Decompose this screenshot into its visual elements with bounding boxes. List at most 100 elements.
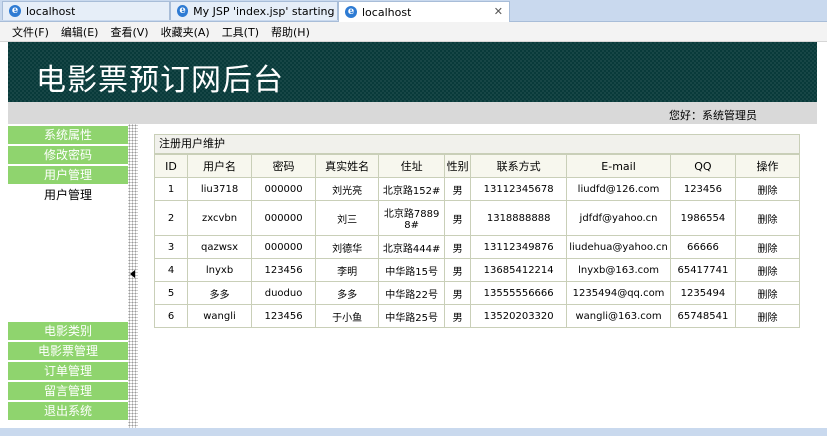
tab-localhost-active[interactable]: e localhost ✕ [338, 1, 510, 22]
sidebar-item-system-properties[interactable]: 系统属性 [8, 126, 128, 146]
cell-qq: 1235494 [669, 281, 736, 305]
tab-label: localhost [26, 4, 76, 18]
cell-id: 2 [153, 200, 189, 236]
col-qq: QQ [669, 154, 736, 178]
cell-password: 000000 [251, 177, 317, 201]
delete-link[interactable]: 删除 [734, 304, 801, 328]
cell-gender: 男 [444, 304, 472, 328]
cell-email: liudehua@yahoo.cn [566, 235, 671, 259]
cell-address: 中华路25号 [378, 304, 446, 328]
menu-bar: 文件(F) 编辑(E) 查看(V) 收藏夹(A) 工具(T) 帮助(H) [0, 22, 827, 42]
sidebar-item-order-management[interactable]: 订单管理 [8, 362, 128, 382]
cell-email: liudfd@126.com [566, 177, 671, 201]
cell-qq: 1986554 [669, 200, 736, 236]
cell-realname: 李明 [315, 258, 380, 282]
cell-email: jdfdf@yahoo.cn [566, 200, 671, 236]
table-header-row: ID 用户名 密码 真实姓名 住址 性别 联系方式 E-mail QQ 操作 [153, 154, 801, 178]
frame-splitter[interactable] [128, 124, 138, 428]
cell-phone: 13685412214 [470, 258, 568, 282]
cell-id: 5 [153, 281, 189, 305]
cell-address: 北京路444# [378, 235, 446, 259]
cell-phone: 13112345678 [470, 177, 568, 201]
cell-gender: 男 [444, 177, 472, 201]
cell-realname: 于小鱼 [315, 304, 380, 328]
cell-gender: 男 [444, 281, 472, 305]
close-icon[interactable]: ✕ [494, 5, 503, 18]
menu-favorites[interactable]: 收藏夹(A) [161, 24, 210, 40]
ie-icon: e [9, 5, 21, 17]
site-header: 电影票预订网后台 [8, 42, 817, 102]
main-content: 注册用户维护 ID 用户名 密码 真实姓名 住址 性别 联系方式 E-mail … [153, 134, 801, 328]
sidebar-item-ticket-management[interactable]: 电影票管理 [8, 342, 128, 362]
delete-link[interactable]: 删除 [734, 235, 801, 259]
cell-gender: 男 [444, 258, 472, 282]
sidebar-subitem-user-management[interactable]: 用户管理 [8, 186, 128, 204]
delete-link[interactable]: 删除 [734, 258, 801, 282]
greeting-text: 您好：系统管理员 [669, 109, 757, 122]
cell-password: 123456 [251, 258, 317, 282]
cell-phone: 1318888888 [470, 200, 568, 236]
cell-qq: 123456 [669, 177, 736, 201]
col-address: 住址 [378, 154, 446, 178]
cell-qq: 66666 [669, 235, 736, 259]
col-id: ID [153, 154, 189, 178]
cell-phone: 13520203320 [470, 304, 568, 328]
col-realname: 真实姓名 [315, 154, 380, 178]
cell-email: wangli@163.com [566, 304, 671, 328]
cell-password: duoduo [251, 281, 317, 305]
cell-username: 多多 [187, 281, 253, 305]
cell-realname: 刘德华 [315, 235, 380, 259]
cell-password: 000000 [251, 200, 317, 236]
cell-qq: 65748541 [669, 304, 736, 328]
table-row: 1 liu3718 000000 刘光亮 北京路152# 男 131123456… [153, 177, 801, 201]
col-username: 用户名 [187, 154, 253, 178]
menu-file[interactable]: 文件(F) [12, 24, 49, 40]
cell-id: 6 [153, 304, 189, 328]
sidebar-item-movie-category[interactable]: 电影类别 [8, 322, 128, 342]
sidebar-item-change-password[interactable]: 修改密码 [8, 146, 128, 166]
cell-username: qazwsx [187, 235, 253, 259]
tab-jsp-index[interactable]: e My JSP 'index.jsp' starting ... [170, 1, 338, 20]
sidebar-bottom-group: 电影类别 电影票管理 订单管理 留言管理 退出系统 [8, 322, 128, 422]
cell-password: 123456 [251, 304, 317, 328]
delete-link[interactable]: 删除 [734, 177, 801, 201]
table-row: 6 wangli 123456 于小鱼 中华路25号 男 13520203320… [153, 304, 801, 328]
site-title: 电影票预订网后台 [36, 63, 284, 98]
sidebar-item-logout[interactable]: 退出系统 [8, 402, 128, 422]
ie-icon: e [177, 5, 189, 17]
collapse-arrow-icon[interactable] [130, 270, 135, 278]
cell-address: 中华路15号 [378, 258, 446, 282]
ie-icon: e [345, 6, 357, 18]
cell-id: 4 [153, 258, 189, 282]
menu-edit[interactable]: 编辑(E) [61, 24, 99, 40]
menu-view[interactable]: 查看(V) [110, 24, 148, 40]
delete-link[interactable]: 删除 [734, 200, 801, 236]
cell-username: zxcvbn [187, 200, 253, 236]
cell-realname: 多多 [315, 281, 380, 305]
cell-address: 北京路152# [378, 177, 446, 201]
col-gender: 性别 [444, 154, 472, 178]
cell-address: 北京路78898# [378, 200, 446, 236]
cell-email: lnyxb@163.com [566, 258, 671, 282]
users-table: ID 用户名 密码 真实姓名 住址 性别 联系方式 E-mail QQ 操作 1… [153, 154, 801, 328]
sidebar-item-message-management[interactable]: 留言管理 [8, 382, 128, 402]
delete-link[interactable]: 删除 [734, 281, 801, 305]
col-email: E-mail [566, 154, 671, 178]
cell-email: 1235494@qq.com [566, 281, 671, 305]
cell-gender: 男 [444, 235, 472, 259]
cell-realname: 刘光亮 [315, 177, 380, 201]
menu-tools[interactable]: 工具(T) [222, 24, 259, 40]
tab-label: My JSP 'index.jsp' starting ... [193, 4, 337, 18]
col-phone: 联系方式 [470, 154, 568, 178]
menu-help[interactable]: 帮助(H) [271, 24, 310, 40]
browser-tab-bar: e localhost e My JSP 'index.jsp' startin… [0, 0, 827, 22]
cell-username: lnyxb [187, 258, 253, 282]
tab-label: localhost [362, 5, 412, 19]
cell-gender: 男 [444, 200, 472, 236]
cell-realname: 刘三 [315, 200, 380, 236]
cell-password: 000000 [251, 235, 317, 259]
cell-phone: 13555556666 [470, 281, 568, 305]
sidebar-item-user-management[interactable]: 用户管理 [8, 166, 128, 186]
greeting-bar: 您好：系统管理员 [8, 102, 817, 124]
tab-localhost-1[interactable]: e localhost [2, 1, 170, 20]
